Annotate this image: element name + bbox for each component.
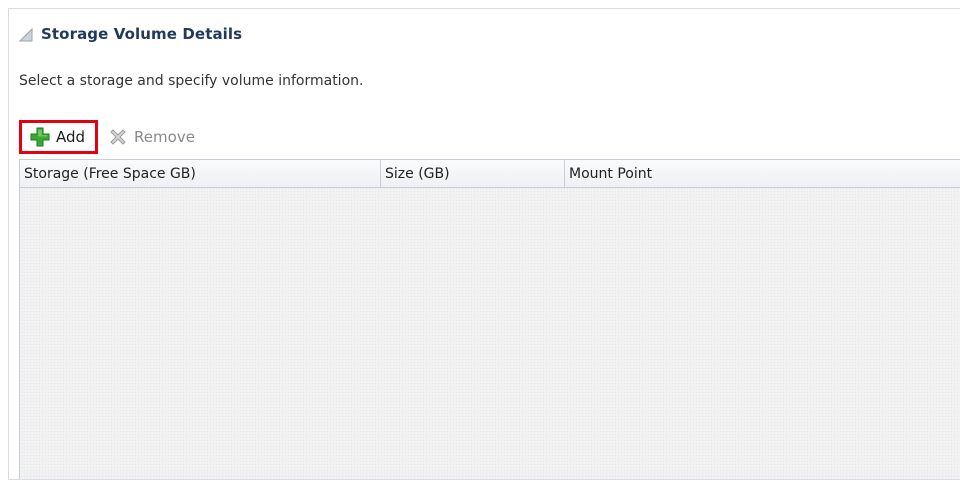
section-header[interactable]: Storage Volume Details <box>18 23 243 45</box>
section-title: Storage Volume Details <box>41 25 243 43</box>
storage-volume-panel: Storage Volume Details Select a storage … <box>8 8 960 480</box>
remove-label: Remove <box>134 128 195 146</box>
add-label: Add <box>56 128 86 146</box>
table-toolbar: Add Remove <box>19 117 195 157</box>
page: Storage Volume Details Select a storage … <box>0 0 960 490</box>
disclosure-triangle-icon[interactable] <box>18 27 33 42</box>
column-header-mount-point[interactable]: Mount Point <box>565 160 960 187</box>
plus-icon <box>30 127 50 147</box>
table-body-empty <box>20 188 960 479</box>
column-header-storage[interactable]: Storage (Free Space GB) <box>20 160 381 187</box>
add-button[interactable]: Add <box>19 120 99 154</box>
column-header-size[interactable]: Size (GB) <box>381 160 565 187</box>
remove-x-icon <box>108 127 128 147</box>
remove-button[interactable]: Remove <box>108 120 195 154</box>
storage-volume-table: Storage (Free Space GB) Size (GB) Mount … <box>19 159 960 479</box>
table-header: Storage (Free Space GB) Size (GB) Mount … <box>20 160 960 188</box>
instruction-text: Select a storage and specify volume info… <box>19 73 364 89</box>
